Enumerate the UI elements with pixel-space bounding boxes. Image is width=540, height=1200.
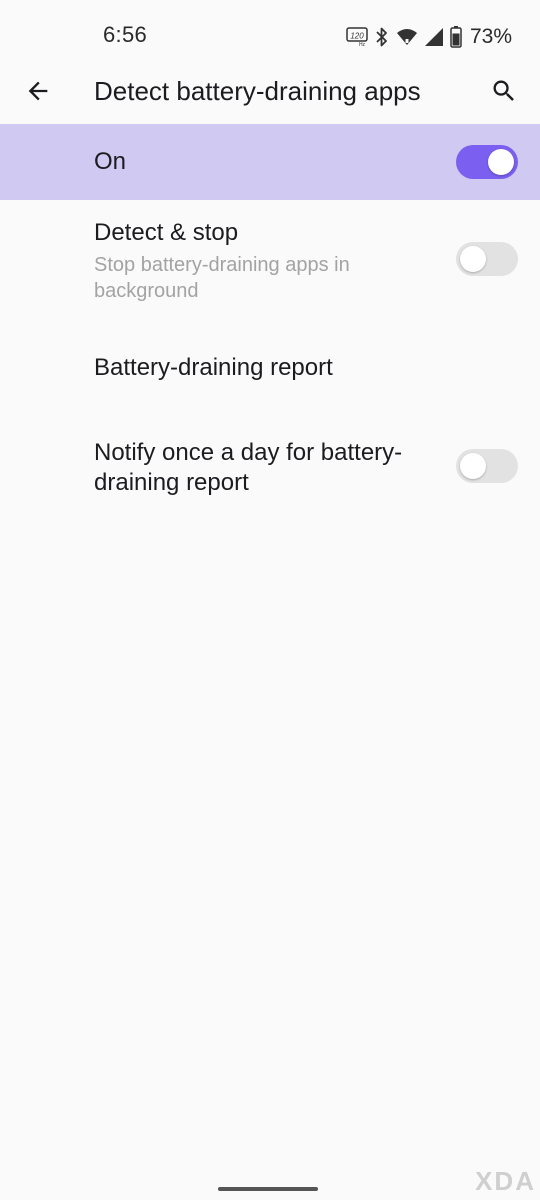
svg-text:Hz: Hz — [359, 42, 366, 47]
bluetooth-icon — [374, 26, 390, 48]
toggle-thumb — [460, 453, 486, 479]
pref-notify-daily[interactable]: Notify once a day for battery-draining r… — [0, 420, 540, 520]
search-button[interactable] — [484, 73, 524, 113]
status-time: 6:56 — [103, 22, 148, 47]
pref-title-battery-draining-report: Battery-draining report — [94, 354, 333, 381]
detect-and-stop-toggle[interactable] — [456, 242, 518, 276]
arrow-back-icon — [24, 77, 52, 110]
pref-title-notify-daily: Notify once a day for battery-draining r… — [94, 439, 403, 496]
status-bar: 6:56 120 Hz 73% — [0, 0, 540, 72]
svg-text:120: 120 — [350, 32, 364, 41]
xda-watermark: XDA — [475, 1166, 536, 1197]
search-icon — [490, 77, 518, 110]
status-icons: 120 Hz 73% — [346, 24, 512, 50]
settings-screen: 6:56 120 Hz 73% Detect battery-draining … — [0, 0, 540, 1200]
main-switch-toggle[interactable] — [456, 145, 518, 179]
app-bar: Detect battery-draining apps — [0, 64, 540, 122]
signal-icon — [424, 27, 444, 47]
main-switch-label: On — [94, 148, 127, 175]
main-switch-bar[interactable]: On — [0, 124, 540, 200]
pref-detect-and-stop[interactable]: Detect & stop Stop battery-draining apps… — [0, 200, 540, 320]
toggle-thumb — [460, 246, 486, 272]
page-title: Detect battery-draining apps — [94, 76, 421, 106]
wifi-icon — [396, 27, 418, 47]
watermark-text: XDA — [475, 1166, 536, 1196]
battery-icon — [450, 26, 462, 48]
notify-daily-toggle[interactable] — [456, 449, 518, 483]
toggle-thumb — [488, 149, 514, 175]
back-button[interactable] — [18, 73, 58, 113]
refresh-rate-120hz-icon: 120 Hz — [346, 27, 368, 47]
pref-summary-detect-and-stop: Stop battery-draining apps in background — [94, 254, 350, 302]
gesture-nav-handle[interactable] — [218, 1187, 318, 1191]
pref-title-detect-and-stop: Detect & stop — [94, 219, 239, 246]
pref-battery-draining-report[interactable]: Battery-draining report — [0, 330, 540, 410]
battery-percent: 73% — [469, 25, 512, 48]
